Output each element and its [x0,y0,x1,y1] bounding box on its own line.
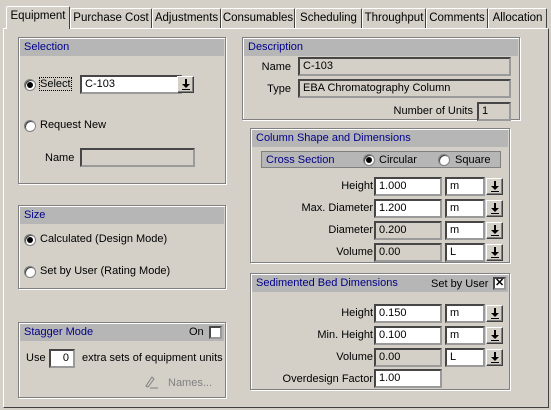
overdesign-factor-input[interactable]: 1.00 [374,369,442,388]
tab-consumables[interactable]: Consumables [221,8,295,28]
min-height-unit[interactable]: m [445,326,485,345]
tab-strip: Equipment Purchase Cost Adjustments Cons… [3,6,549,29]
description-name-field: C-103 [298,57,511,76]
size-group: Size Calculated (Design Mode) Set by Use… [18,205,226,289]
request-new-label[interactable]: Request New [40,119,106,131]
bed-height-label: Height [341,307,373,319]
bed-volume-unit[interactable]: L [445,348,485,367]
cross-section-label: Cross Section [266,154,335,166]
column-volume-label: Volume [336,246,373,258]
max-diameter-input[interactable]: 1.200 [374,199,442,218]
tab-purchase-cost[interactable]: Purchase Cost [70,8,152,28]
column-height-unit-dropdown[interactable] [486,178,503,195]
number-of-units-field: 1 [477,102,511,121]
tab-comments[interactable]: Comments [426,8,488,28]
tab-allocation[interactable]: Allocation [488,8,547,28]
description-header: Description [244,39,518,56]
selection-header: Selection [20,39,224,56]
description-group: Description Name C-103 Type EBA Chromato… [242,37,520,121]
stagger-on-label: On [189,326,204,338]
signature-icon [143,374,159,393]
bed-height-unit-dropdown[interactable] [486,305,503,322]
size-header: Size [20,207,224,224]
max-diameter-unit[interactable]: m [445,199,485,218]
extra-sets-label: extra sets of equipment units [82,352,223,364]
column-volume-unit-dropdown[interactable] [486,244,503,261]
max-diameter-label: Max. Diameter [301,202,373,214]
min-height-label: Min. Height [317,329,373,341]
description-type-label: Type [267,83,291,95]
bed-volume-input: 0.00 [374,348,442,367]
stagger-mode-group: Stagger Mode On Use 0 extra sets of equi… [18,322,226,398]
column-volume-input: 0.00 [374,243,442,262]
column-height-unit[interactable]: m [445,177,485,196]
circular-radio[interactable] [363,154,375,166]
set-by-user-radio[interactable] [24,266,36,278]
bed-volume-label: Volume [336,351,373,363]
square-label[interactable]: Square [455,154,490,166]
select-equipment-input[interactable]: C-103 [80,75,182,94]
max-diameter-unit-dropdown[interactable] [486,200,503,217]
circular-label[interactable]: Circular [379,154,417,166]
column-shape-group: Column Shape and Dimensions Cross Sectio… [250,128,510,263]
description-type-field: EBA Chromatography Column [298,79,511,98]
tab-equipment[interactable]: Equipment [6,6,70,29]
tab-adjustments[interactable]: Adjustments [152,8,221,28]
bed-volume-unit-dropdown[interactable] [486,349,503,366]
tab-throughput[interactable]: Throughput [362,8,426,28]
tab-scheduling[interactable]: Scheduling [295,8,362,28]
column-height-label: Height [341,180,373,192]
diameter-unit[interactable]: m [445,221,485,240]
names-button[interactable]: Names... [168,377,212,389]
stagger-on-checkbox[interactable] [209,326,222,339]
bed-height-unit[interactable]: m [445,304,485,323]
diameter-label: Diameter [328,224,373,236]
select-label[interactable]: Select [39,77,72,91]
select-dropdown-button[interactable] [177,76,194,93]
select-radio[interactable] [24,79,36,91]
overdesign-factor-label: Overdesign Factor [282,373,373,385]
extra-sets-input[interactable]: 0 [49,349,75,368]
request-name-input[interactable] [80,148,195,167]
min-height-input[interactable]: 0.100 [374,326,442,345]
number-of-units-label: Number of Units [393,105,473,117]
description-name-label: Name [261,61,291,73]
square-radio[interactable] [438,154,450,166]
column-volume-unit[interactable]: L [445,243,485,262]
set-by-user-label[interactable]: Set by User (Rating Mode) [40,265,170,277]
set-by-user-label: Set by User [431,278,489,290]
sedimented-bed-group: Sedimented Bed Dimensions Set by User ✕ … [250,273,510,390]
use-label: Use [26,352,46,364]
set-by-user-checkbox[interactable]: ✕ [493,277,506,290]
column-height-input[interactable]: 1.000 [374,177,442,196]
calculated-radio[interactable] [24,234,36,246]
bed-height-input[interactable]: 0.150 [374,304,442,323]
selection-group: Selection Select C-103 Request New Name [18,37,226,184]
diameter-input[interactable]: 0.200 [374,221,442,240]
calculated-label[interactable]: Calculated (Design Mode) [40,233,167,245]
diameter-unit-dropdown[interactable] [486,222,503,239]
request-new-radio[interactable] [24,120,36,132]
min-height-unit-dropdown[interactable] [486,327,503,344]
column-shape-header: Column Shape and Dimensions [252,130,508,147]
name-label: Name [45,152,75,164]
